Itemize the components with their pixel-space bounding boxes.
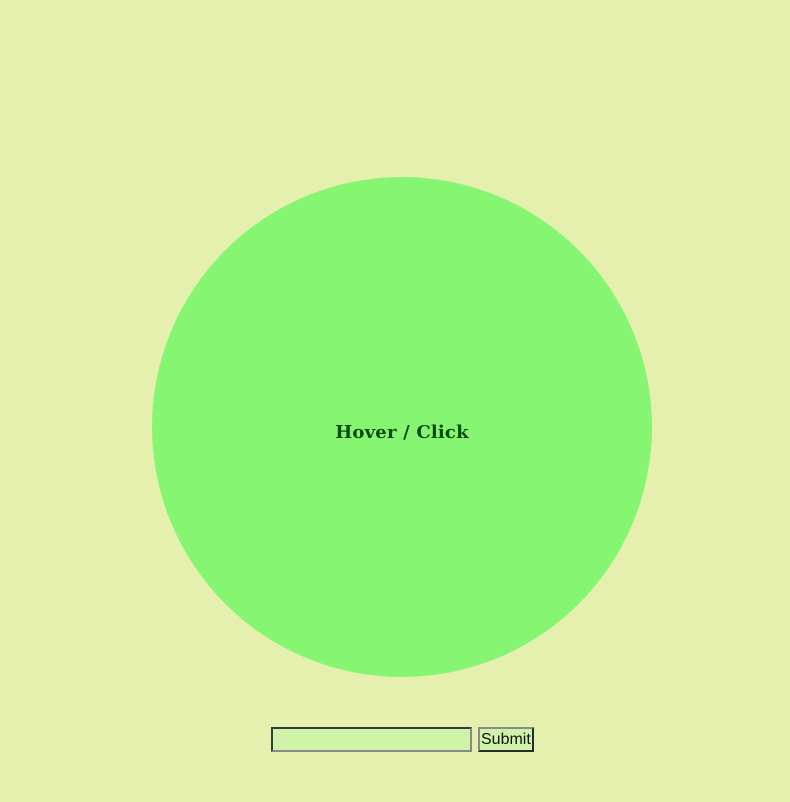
submit-button[interactable]: Submit [478, 727, 534, 752]
text-input[interactable] [271, 727, 472, 752]
circle-label: Hover / Click [335, 421, 469, 443]
input-form: Submit [271, 727, 534, 752]
hover-click-circle[interactable]: Hover / Click [152, 177, 652, 677]
